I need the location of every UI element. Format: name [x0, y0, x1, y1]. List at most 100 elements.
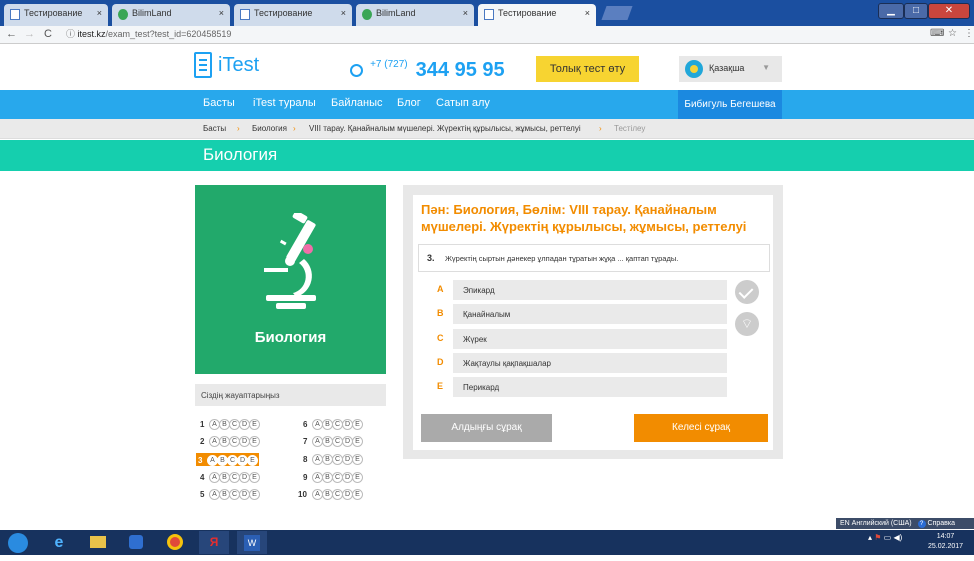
answer-option[interactable]: C Жүрек [437, 329, 727, 349]
answer-choice-bubble[interactable]: E [247, 454, 258, 466]
main-nav: Басты iTest туралы Байланыс Блог Сатып а… [0, 90, 974, 119]
url-field[interactable]: ⓘ itest.kz/exam_test?test_id=620458519 [66, 28, 926, 41]
answer-choice-bubble[interactable]: E [249, 471, 260, 483]
tab-title: BilimLand [376, 8, 416, 18]
answer-option[interactable]: E Перикард [437, 377, 727, 397]
answer-choice-bubble[interactable]: E [249, 489, 260, 501]
user-menu[interactable]: Бибигуль Бегешева [678, 90, 782, 119]
option-letter: E [437, 381, 444, 391]
answer-row-number: 5 [200, 490, 205, 500]
answer-choice-bubble[interactable]: E [352, 489, 363, 501]
nav-item-blog[interactable]: Блог [397, 97, 421, 109]
next-question-button[interactable]: Келесі сұрақ [634, 414, 768, 442]
subject-card: Биология [195, 185, 386, 374]
option-text[interactable]: Жүрек [453, 329, 727, 349]
system-tray[interactable]: ▴ ⚑ ▭ ◀) [868, 533, 902, 542]
star-icon[interactable]: ☆ [948, 28, 957, 39]
full-test-button[interactable]: Толық тест өту [536, 56, 639, 82]
question-heading: Пән: Биология, Бөлім: VIII тарау. Қанайн… [421, 202, 747, 234]
answer-row: 4ABCDE [200, 471, 260, 484]
back-icon[interactable]: ← [6, 28, 17, 40]
taskbar: e Я W ▴ ⚑ ▭ ◀) 14:07 25.02.2017 [0, 530, 974, 555]
media-player-icon[interactable] [121, 531, 151, 554]
close-window-button[interactable]: ✕ [928, 3, 970, 19]
close-tab-icon[interactable]: × [463, 8, 468, 18]
close-tab-icon[interactable]: × [97, 8, 102, 18]
browser-tab-bar: Тестирование × BilimLand × Тестирование … [0, 0, 974, 26]
page-icon [240, 9, 250, 20]
close-tab-icon[interactable]: × [219, 8, 224, 18]
subject-card-label: Биология [254, 329, 327, 346]
nav-item-buy[interactable]: Сатып алу [436, 97, 490, 109]
ie-icon[interactable]: e [44, 531, 74, 554]
clock-time: 14:07 [936, 533, 955, 540]
nav-item-contact[interactable]: Байланыс [331, 97, 383, 109]
answer-row-number: 2 [200, 437, 205, 447]
answer-choice-bubble[interactable]: E [249, 418, 260, 430]
close-tab-icon[interactable]: × [585, 8, 590, 18]
explorer-icon[interactable] [83, 531, 113, 554]
kazakhstan-flag-icon [685, 60, 703, 78]
phone-number: 344 95 95 [415, 59, 505, 81]
wifi-icon[interactable]: ⌔ [735, 312, 759, 336]
answer-option[interactable]: D Жақтаулы қақпақшалар [437, 353, 727, 373]
browser-tab-active[interactable]: Тестирование × [478, 4, 596, 26]
answer-choice-bubble[interactable]: E [352, 436, 363, 448]
menu-icon[interactable]: ⋮ [964, 28, 974, 39]
answer-choice-bubble[interactable]: E [352, 418, 363, 430]
previous-question-button[interactable]: Алдыңғы сұрақ [421, 414, 552, 442]
forward-icon[interactable]: → [24, 28, 35, 40]
question-number: 3. [427, 253, 435, 263]
nav-item-about[interactable]: iTest туралы [253, 97, 316, 109]
reload-icon[interactable]: C [44, 28, 52, 40]
breadcrumb-item[interactable]: VIII тарау. Қанайналым мүшелері. Жүректі… [309, 124, 581, 133]
breadcrumb-separator: › [293, 124, 296, 133]
close-tab-icon[interactable]: × [341, 8, 346, 18]
bilimland-icon [118, 9, 128, 20]
answer-choice-bubble[interactable]: E [249, 436, 260, 448]
breadcrumb-item[interactable]: Биология [252, 124, 287, 133]
chrome-icon[interactable] [160, 531, 190, 554]
language-select[interactable]: Қазақша ▼ [679, 56, 782, 82]
clock[interactable]: 14:07 25.02.2017 [928, 532, 963, 552]
answer-row: 9ABCDE [303, 471, 363, 484]
option-text[interactable]: Перикард [453, 377, 727, 397]
option-text[interactable]: Қанайналым [453, 304, 727, 324]
option-text[interactable]: Эпикард [453, 280, 727, 300]
answer-row: 7ABCDE [303, 436, 363, 449]
browser-tab[interactable]: BilimLand × [356, 4, 474, 26]
answer-option[interactable]: B Қанайналым [437, 304, 727, 324]
breadcrumb: Басты › Биология › VIII тарау. Қанайналы… [0, 119, 974, 139]
browser-tab[interactable]: BilimLand × [112, 4, 230, 26]
breadcrumb-separator: › [599, 124, 602, 133]
minimize-button[interactable]: ▁ [878, 3, 904, 19]
start-button[interactable] [3, 531, 33, 554]
help-icon: ? [917, 520, 926, 528]
answer-choice-bubble[interactable]: E [352, 471, 363, 483]
nav-item-home[interactable]: Басты [203, 97, 235, 109]
browser-tab[interactable]: Тестирование × [4, 4, 108, 26]
answer-row-number: 7 [303, 437, 308, 447]
option-letter: B [437, 308, 444, 318]
new-tab-button[interactable] [601, 6, 633, 20]
answer-row: 1ABCDE [200, 418, 260, 431]
clock-icon [350, 64, 363, 77]
os-language-bar[interactable]: EN Английский (США) ? Справка [836, 518, 974, 529]
yandex-icon[interactable]: Я [199, 531, 229, 554]
browser-tab[interactable]: Тестирование × [234, 4, 352, 26]
logo-text: iTest [218, 54, 260, 76]
question-box: 3. Жүректің сыртын дәнекер ұлпадан тұрат… [418, 244, 770, 272]
answer-choice-bubble[interactable]: E [352, 453, 363, 465]
volume-icon: ◀) [893, 533, 903, 542]
word-icon[interactable]: W [237, 531, 267, 554]
document-icon [194, 52, 212, 78]
answer-option[interactable]: A Эпикард [437, 280, 727, 300]
breadcrumb-item[interactable]: Басты [203, 124, 226, 133]
subject-band: Биология [0, 140, 974, 171]
translate-icon[interactable]: ⌨ [930, 28, 944, 39]
option-text[interactable]: Жақтаулы қақпақшалар [453, 353, 727, 373]
page-icon [484, 9, 494, 20]
maximize-button[interactable]: □ [904, 3, 928, 19]
tab-title: Тестирование [24, 8, 83, 18]
check-icon[interactable] [735, 280, 759, 304]
